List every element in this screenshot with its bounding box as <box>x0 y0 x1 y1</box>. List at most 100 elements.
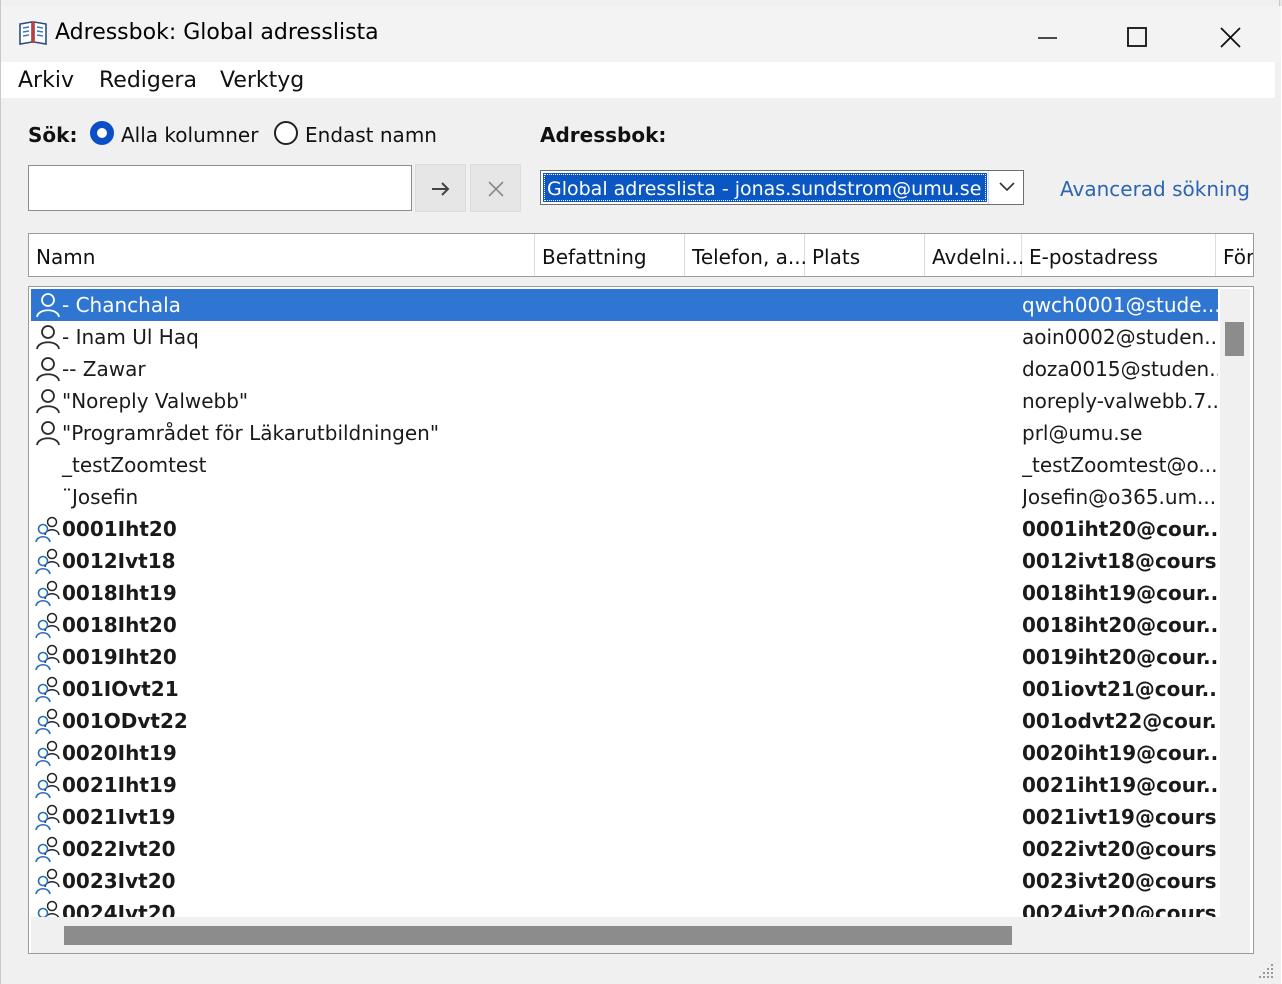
arrow-right-icon <box>432 182 450 196</box>
contact-row[interactable]: 0019Iht20 0019iht20@cour... <box>31 641 1218 673</box>
contact-row[interactable]: 0023Ivt20 0023ivt20@cours... <box>31 865 1218 897</box>
addressbook-selected-highlight: Global adresslista - jonas.sundstrom@umu… <box>543 173 987 202</box>
contact-name: 0022Ivt20 <box>62 837 176 861</box>
contact-email: 0019iht20@cour... <box>1022 645 1218 669</box>
column-header-phone[interactable]: Telefon, a... <box>685 234 807 276</box>
column-header-location[interactable]: Plats <box>805 234 925 276</box>
scrollbar-corner <box>1220 917 1250 953</box>
contact-email: 0022ivt20@cours... <box>1022 837 1218 861</box>
contact-name: "Programrådet för Läkarutbildningen" <box>62 421 440 445</box>
contact-row[interactable]: 0012Ivt18 0012ivt18@cours... <box>31 545 1218 577</box>
contact-email: 001iovt21@cour... <box>1022 677 1218 701</box>
radio-name-only[interactable] <box>274 121 298 145</box>
maximize-button[interactable] <box>1114 12 1160 56</box>
group-icon <box>35 868 61 895</box>
contact-email: doza0015@studen... <box>1022 357 1218 381</box>
vertical-scroll-thumb[interactable] <box>1225 322 1244 356</box>
column-header-company[interactable]: För <box>1216 234 1253 276</box>
horizontal-scrollbar[interactable] <box>31 917 1220 953</box>
column-header-bar: Namn Befattning Telefon, a... Plats Avde… <box>28 233 1254 277</box>
resize-grip-icon[interactable] <box>1257 962 1277 982</box>
contact-email: 0021ivt19@cours... <box>1022 805 1218 829</box>
search-label: Sök: <box>28 123 78 147</box>
radio-all-columns-label[interactable]: Alla kolumner <box>121 123 258 147</box>
address-book-window: Adressbok: Global adresslista Arkiv Redi… <box>0 0 1281 984</box>
contact-row[interactable]: 0018Iht20 0018iht20@cour... <box>31 609 1218 641</box>
contact-row-selected[interactable]: - Chanchala qwch0001@stude... <box>31 289 1218 321</box>
contact-name: 001ODvt22 <box>62 709 188 733</box>
contact-email: 0018iht19@cour... <box>1022 581 1218 605</box>
contact-row[interactable]: 001IOvt21 001iovt21@cour... <box>31 673 1218 705</box>
radio-name-only-label[interactable]: Endast namn <box>305 123 437 147</box>
group-icon <box>35 836 61 863</box>
contact-name: - Chanchala <box>62 293 181 317</box>
minimize-button[interactable] <box>1024 12 1070 56</box>
contact-email: noreply-valwebb.7... <box>1022 389 1218 413</box>
group-icon <box>35 548 61 575</box>
contact-row[interactable]: 0022Ivt20 0022ivt20@cours... <box>31 833 1218 865</box>
search-input[interactable] <box>28 165 412 211</box>
contact-email: 0023ivt20@cours... <box>1022 869 1218 893</box>
addressbook-select[interactable]: Global adresslista - jonas.sundstrom@umu… <box>540 170 1024 205</box>
vertical-scrollbar[interactable] <box>1220 289 1250 917</box>
contact-email: Josefin@o365.um... <box>1022 485 1217 509</box>
contact-email: 0018iht20@cour... <box>1022 613 1218 637</box>
menu-redigera[interactable]: Redigera <box>99 68 197 93</box>
column-header-title[interactable]: Befattning <box>535 234 685 276</box>
column-header-department[interactable]: Avdelni... <box>925 234 1024 276</box>
contact-row[interactable]: - Inam Ul Haq aoin0002@studen... <box>31 321 1218 353</box>
contact-name: 0021Ivt19 <box>62 805 176 829</box>
contact-email: 001odvt22@cour... <box>1022 709 1218 733</box>
group-icon <box>35 516 61 543</box>
title-bar[interactable]: Adressbok: Global adresslista <box>1 6 1281 62</box>
contact-email: prl@umu.se <box>1022 421 1143 445</box>
contact-row[interactable]: _testZoomtest _testZoomtest@o... <box>31 449 1218 481</box>
clear-icon <box>488 181 504 197</box>
contact-email: 0020iht19@cour... <box>1022 741 1218 765</box>
contact-name: ¨Josefin <box>62 485 139 509</box>
horizontal-scroll-thumb[interactable] <box>64 926 1012 945</box>
contact-row[interactable]: 0018Iht19 0018iht19@cour... <box>31 577 1218 609</box>
contact-row[interactable]: "Noreply Valwebb" noreply-valwebb.7... <box>31 385 1218 417</box>
contact-row[interactable]: 0020Iht19 0020iht19@cour... <box>31 737 1218 769</box>
contact-name: 0021Iht19 <box>62 773 177 797</box>
contact-name: 001IOvt21 <box>62 677 179 701</box>
group-icon <box>35 644 61 671</box>
contact-row[interactable]: 001ODvt22 001odvt22@cour... <box>31 705 1218 737</box>
contact-name: 0001Iht20 <box>62 517 177 541</box>
contact-row[interactable]: -- Zawar doza0015@studen... <box>31 353 1218 385</box>
group-icon <box>35 676 61 703</box>
maximize-icon <box>1127 27 1147 47</box>
contact-row[interactable]: "Programrådet för Läkarutbildningen" prl@… <box>31 417 1218 449</box>
close-button[interactable] <box>1208 12 1254 56</box>
contact-email: qwch0001@stude... <box>1022 293 1218 317</box>
user-icon <box>35 356 61 382</box>
group-icon <box>35 740 61 767</box>
column-header-email[interactable]: E-postadress <box>1022 234 1216 276</box>
user-icon <box>35 324 61 350</box>
group-icon <box>35 772 61 799</box>
search-go-button[interactable] <box>415 164 466 212</box>
contact-row[interactable]: 0001Iht20 0001iht20@cour... <box>31 513 1218 545</box>
contact-name: -- Zawar <box>62 357 146 381</box>
combo-divider <box>988 171 989 204</box>
contact-name: _testZoomtest <box>62 453 207 477</box>
window-edge <box>1275 62 1281 984</box>
radio-all-columns[interactable] <box>90 121 114 145</box>
menu-bar: Arkiv Redigera Verktyg <box>1 62 1275 98</box>
menu-arkiv[interactable]: Arkiv <box>18 68 74 93</box>
contact-email: 0012ivt18@cours... <box>1022 549 1218 573</box>
contact-row[interactable]: ¨Josefin Josefin@o365.um... <box>31 481 1218 513</box>
contact-name: 0020Iht19 <box>62 741 177 765</box>
advanced-search-link[interactable]: Avancerad sökning <box>1060 177 1250 201</box>
column-header-name[interactable]: Namn <box>29 234 535 276</box>
chevron-down-icon[interactable] <box>997 180 1017 194</box>
minimize-icon <box>1038 37 1057 39</box>
contact-row[interactable]: 0021Iht19 0021iht19@cour... <box>31 769 1218 801</box>
contact-email: 0021iht19@cour... <box>1022 773 1218 797</box>
contact-row[interactable]: 0021Ivt19 0021ivt19@cours... <box>31 801 1218 833</box>
contact-name: - Inam Ul Haq <box>62 325 199 349</box>
contact-list[interactable]: - Chanchala qwch0001@stude... - Inam Ul Ha… <box>28 286 1254 954</box>
search-clear-button[interactable] <box>470 164 521 212</box>
menu-verktyg[interactable]: Verktyg <box>220 68 304 93</box>
